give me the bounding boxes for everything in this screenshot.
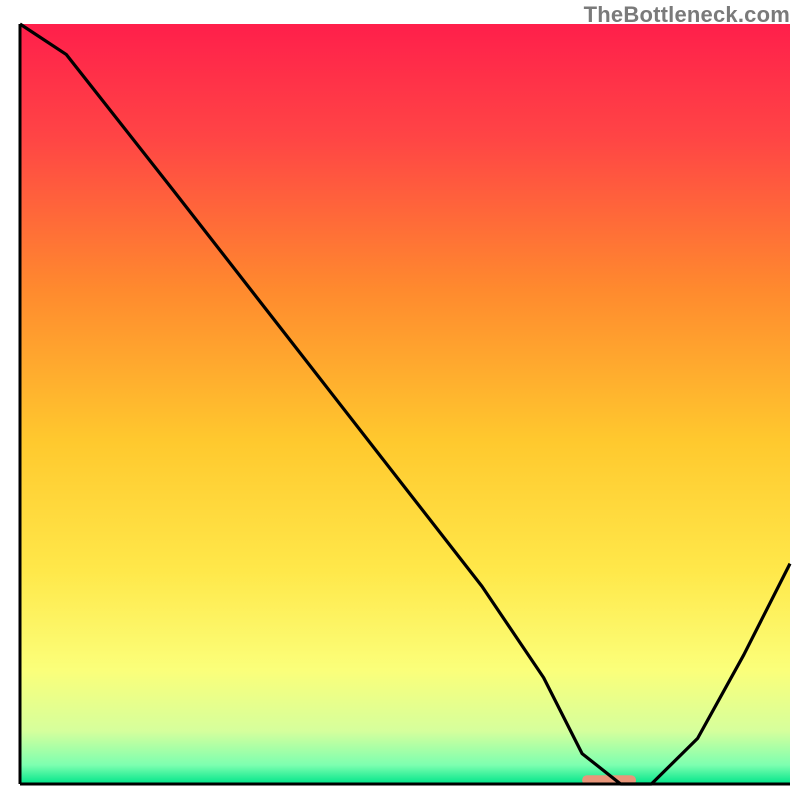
chart-background <box>20 24 790 784</box>
bottleneck-chart <box>0 0 800 800</box>
watermark-label: TheBottleneck.com <box>584 2 790 28</box>
